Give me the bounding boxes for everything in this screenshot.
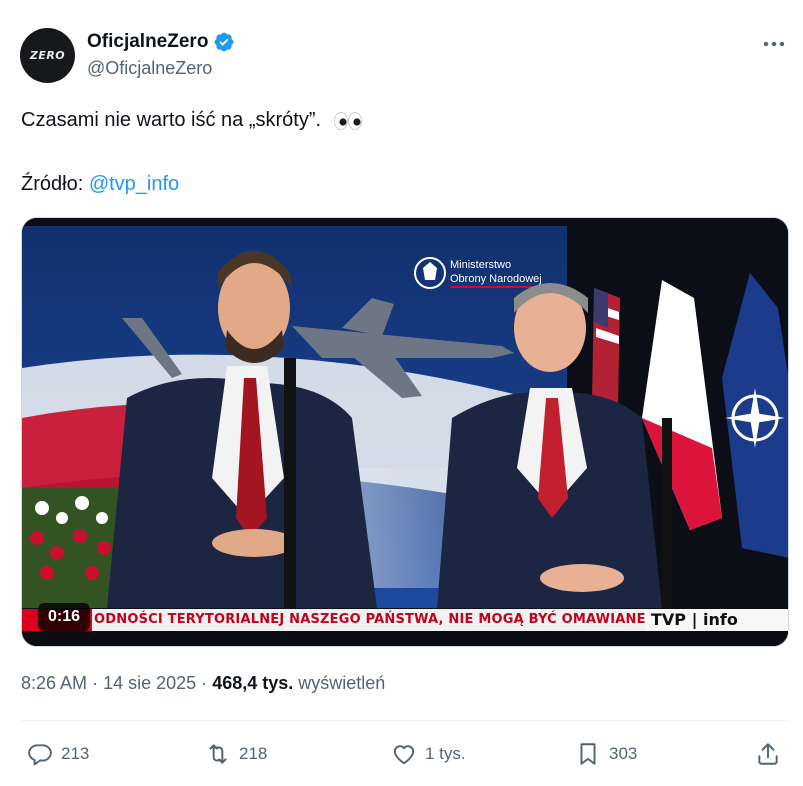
like-count: 1 tys. xyxy=(425,744,466,763)
display-name[interactable]: OficjalneZero xyxy=(87,31,208,53)
bookmark-count: 303 xyxy=(609,744,638,763)
more-icon xyxy=(763,41,785,47)
post-time[interactable]: 8:26 AM xyxy=(21,673,87,693)
verified-badge-icon xyxy=(215,32,234,52)
bookmark-icon xyxy=(580,743,596,765)
post-date[interactable]: 14 sie 2025 xyxy=(103,673,196,693)
author-block: OficjalneZero @OficjalneZero xyxy=(87,30,235,79)
reply-count: 213 xyxy=(61,744,90,763)
video-timestamp: 0:16 xyxy=(38,603,91,631)
like-button[interactable]: 1 tys. xyxy=(391,736,466,772)
share-icon xyxy=(758,743,778,765)
news-ticker: ODNOŚCI TERYTORIALNEJ NASZEGO PAŃSTWA, N… xyxy=(22,609,788,631)
video-frame: Ministerstwo Obrony Narodowej xyxy=(22,218,788,646)
source-mention-link[interactable]: @tvp_info xyxy=(89,173,179,195)
share-button[interactable] xyxy=(755,736,781,772)
avatar-logo-text: ZERO xyxy=(29,49,66,62)
backdrop-title-line2: Obrony Narodowej xyxy=(450,273,542,285)
tweet-text: Czasami nie warto iść na „skróty”. Źródł… xyxy=(21,104,363,200)
channel-logo: TVP | info xyxy=(645,609,788,631)
tweet-header: ZERO OficjalneZero @OficjalneZero xyxy=(20,28,790,84)
avatar[interactable]: ZERO xyxy=(20,28,75,83)
tweet-metadata: 8:26 AM · 14 sie 2025 · 468,4 tys. wyświ… xyxy=(21,673,385,694)
backdrop-title-line1: Ministerstwo xyxy=(450,259,511,271)
repost-icon xyxy=(209,744,227,764)
source-label: Źródło: xyxy=(21,173,89,195)
handle[interactable]: @OficjalneZero xyxy=(87,58,235,79)
views-label: wyświetleń xyxy=(298,673,386,693)
repost-button[interactable]: 218 xyxy=(205,736,267,772)
bookmark-button[interactable]: 303 xyxy=(575,736,637,772)
action-bar: 213 218 1 tys. 303 xyxy=(21,736,789,772)
more-options-button[interactable] xyxy=(762,34,786,54)
views-count: 468,4 tys. xyxy=(212,673,294,693)
eyes-emoji-icon xyxy=(333,111,362,130)
flowers xyxy=(22,488,122,608)
reply-icon xyxy=(28,744,52,766)
divider xyxy=(21,720,789,721)
reply-button[interactable]: 213 xyxy=(27,736,89,772)
like-icon xyxy=(393,745,415,765)
repost-count: 218 xyxy=(239,744,268,763)
tweet-text-line: Czasami nie warto iść na „skróty”. xyxy=(21,109,322,131)
video-player[interactable]: Ministerstwo Obrony Narodowej ODNOŚCI TE… xyxy=(21,217,789,647)
